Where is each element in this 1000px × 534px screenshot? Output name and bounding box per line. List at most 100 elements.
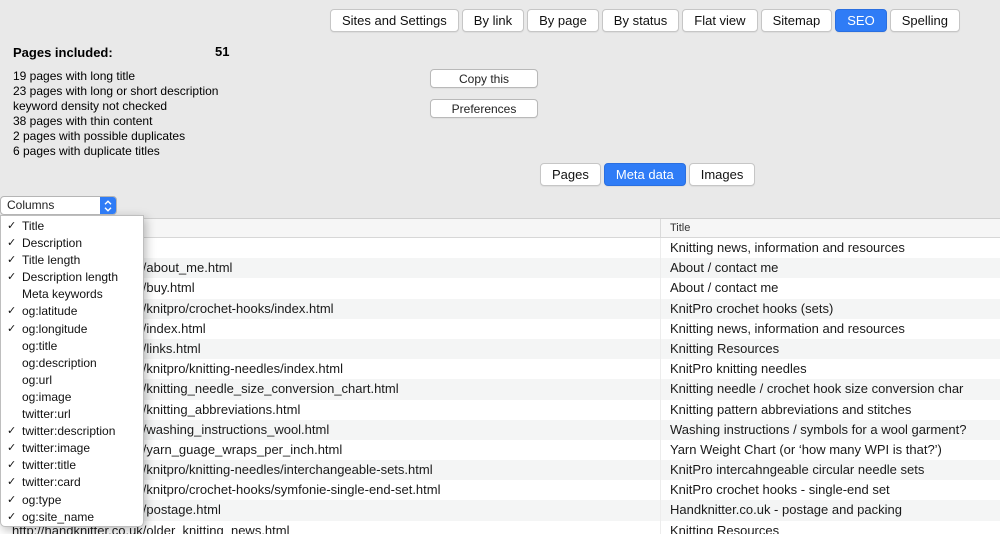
top-tab-seo[interactable]: SEO xyxy=(835,9,886,32)
menu-item-label: Meta keywords xyxy=(22,287,103,301)
title-column-header[interactable]: Title xyxy=(660,219,1000,237)
table-body: http://handknitter.co.uk Knitting news, … xyxy=(0,238,1000,534)
table-row[interactable]: http://handknitter.co.uk/knitpro/knittin… xyxy=(0,460,1000,480)
top-tab-by-link[interactable]: By link xyxy=(462,9,524,32)
table-row[interactable]: http://handknitter.co.uk/links.html Knit… xyxy=(0,339,1000,359)
preferences-button[interactable]: Preferences xyxy=(430,99,538,118)
menu-item-description-length[interactable]: ✓ Description length xyxy=(1,269,143,286)
menu-item-label: twitter:url xyxy=(22,407,71,421)
menu-item-twitter-image[interactable]: ✓ twitter:image xyxy=(1,440,143,457)
menu-item-label: twitter:description xyxy=(22,424,115,438)
summary-panel: Pages included: 51 19 pages with long ti… xyxy=(13,44,423,159)
menu-item-label: og:description xyxy=(22,356,97,370)
summary-line: keyword density not checked xyxy=(13,99,423,114)
table-row[interactable]: http://handknitter.co.uk/about_me.html A… xyxy=(0,258,1000,278)
menu-item-og-url[interactable]: og:url xyxy=(1,372,143,389)
row-title: Knitting news, information and resources xyxy=(660,319,1000,339)
top-tab-flat-view[interactable]: Flat view xyxy=(682,9,757,32)
table-header-row: Title xyxy=(0,218,1000,238)
menu-item-og-longitude[interactable]: ✓ og:longitude xyxy=(1,321,143,338)
top-tab-by-status[interactable]: By status xyxy=(602,9,679,32)
view-tab-images[interactable]: Images xyxy=(689,163,756,186)
checkmark-icon: ✓ xyxy=(7,235,19,252)
row-title: Knitting needle / crochet hook size conv… xyxy=(660,379,1000,399)
menu-item-og-latitude[interactable]: ✓ og:latitude xyxy=(1,303,143,320)
row-title: Washing instructions / symbols for a woo… xyxy=(660,420,1000,440)
menu-item-label: twitter:image xyxy=(22,441,90,455)
view-tab-bar: PagesMeta dataImages xyxy=(540,163,755,186)
row-title: Knitting Resources xyxy=(660,521,1000,534)
menu-item-label: Description xyxy=(22,236,82,250)
columns-popup-label: Columns xyxy=(1,197,100,214)
table-row[interactable]: http://handknitter.co.uk Knitting news, … xyxy=(0,238,1000,258)
top-tab-sitemap[interactable]: Sitemap xyxy=(761,9,833,32)
view-tab-pages[interactable]: Pages xyxy=(540,163,601,186)
menu-item-og-type[interactable]: ✓ og:type xyxy=(1,492,143,509)
menu-item-og-title[interactable]: og:title xyxy=(1,338,143,355)
view-tab-meta-data[interactable]: Meta data xyxy=(604,163,686,186)
table-row[interactable]: http://handknitter.co.uk/older_knitting_… xyxy=(0,521,1000,534)
table-row[interactable]: http://handknitter.co.uk/buy.html About … xyxy=(0,278,1000,298)
menu-item-meta-keywords[interactable]: Meta keywords xyxy=(1,286,143,303)
table-row[interactable]: http://handknitter.co.uk/knitting_needle… xyxy=(0,379,1000,399)
row-title: Handknitter.co.uk - postage and packing xyxy=(660,500,1000,520)
row-title: KnitPro crochet hooks (sets) xyxy=(660,299,1000,319)
menu-item-og-image[interactable]: og:image xyxy=(1,389,143,406)
top-tab-sites-and-settings[interactable]: Sites and Settings xyxy=(330,9,459,32)
table-row[interactable]: http://handknitter.co.uk/index.html Knit… xyxy=(0,319,1000,339)
menu-item-label: og:type xyxy=(22,493,61,507)
summary-line: 19 pages with long title xyxy=(13,69,423,84)
menu-item-og-description[interactable]: og:description xyxy=(1,355,143,372)
menu-item-label: og:image xyxy=(22,390,71,404)
menu-item-label: og:title xyxy=(22,339,57,353)
table-row[interactable]: http://handknitter.co.uk/yarn_guage_wrap… xyxy=(0,440,1000,460)
menu-item-label: twitter:title xyxy=(22,458,76,472)
row-title: Knitting Resources xyxy=(660,339,1000,359)
checkmark-icon: ✓ xyxy=(7,423,19,440)
summary-line: 23 pages with long or short description xyxy=(13,84,423,99)
checkmark-icon: ✓ xyxy=(7,303,19,320)
menu-item-description[interactable]: ✓ Description xyxy=(1,235,143,252)
menu-item-label: twitter:card xyxy=(22,475,81,489)
menu-item-twitter-title[interactable]: ✓ twitter:title xyxy=(1,457,143,474)
table-row[interactable]: http://handknitter.co.uk/knitting_abbrev… xyxy=(0,400,1000,420)
seo-audit-window: Sites and SettingsBy linkBy pageBy statu… xyxy=(0,0,1000,534)
columns-menu: ✓ Title ✓ Description ✓ Title length ✓ D… xyxy=(0,215,144,527)
menu-item-label: Title xyxy=(22,219,44,233)
copy-this-button[interactable]: Copy this xyxy=(430,69,538,88)
checkmark-icon: ✓ xyxy=(7,492,19,509)
checkmark-icon: ✓ xyxy=(7,252,19,269)
table-row[interactable]: http://handknitter.co.uk/knitpro/knittin… xyxy=(0,359,1000,379)
checkmark-icon: ✓ xyxy=(7,474,19,491)
menu-item-twitter-description[interactable]: ✓ twitter:description xyxy=(1,423,143,440)
checkmark-icon: ✓ xyxy=(7,457,19,474)
summary-lines: 19 pages with long title23 pages with lo… xyxy=(13,69,423,159)
menu-item-twitter-url[interactable]: twitter:url xyxy=(1,406,143,423)
menu-item-title[interactable]: ✓ Title xyxy=(1,218,143,235)
action-button-group: Copy this Preferences xyxy=(430,69,538,118)
table-row[interactable]: http://handknitter.co.uk/knitpro/crochet… xyxy=(0,299,1000,319)
row-title: KnitPro intercahngeable circular needle … xyxy=(660,460,1000,480)
row-title: Knitting news, information and resources xyxy=(660,238,1000,258)
checkmark-icon: ✓ xyxy=(7,218,19,235)
table-row[interactable]: http://handknitter.co.uk/postage.html Ha… xyxy=(0,500,1000,520)
menu-item-og-site-name[interactable]: ✓ og:site_name xyxy=(1,509,143,526)
summary-line: 38 pages with thin content xyxy=(13,114,423,129)
columns-popup-button[interactable]: Columns xyxy=(0,196,117,215)
table-row[interactable]: http://handknitter.co.uk/washing_instruc… xyxy=(0,420,1000,440)
menu-item-label: og:url xyxy=(22,373,52,387)
top-tab-bar: Sites and SettingsBy linkBy pageBy statu… xyxy=(330,9,960,32)
checkmark-icon: ✓ xyxy=(7,321,19,338)
row-title: About / contact me xyxy=(660,258,1000,278)
top-tab-by-page[interactable]: By page xyxy=(527,9,599,32)
menu-item-twitter-card[interactable]: ✓ twitter:card xyxy=(1,474,143,491)
checkmark-icon: ✓ xyxy=(7,440,19,457)
summary-line: 6 pages with duplicate titles xyxy=(13,144,423,159)
top-tab-spelling[interactable]: Spelling xyxy=(890,9,960,32)
table-row[interactable]: http://handknitter.co.uk/knitpro/crochet… xyxy=(0,480,1000,500)
popup-updown-arrows-icon xyxy=(100,197,116,214)
row-title: Yarn Weight Chart (or ‘how many WPI is t… xyxy=(660,440,1000,460)
checkmark-icon: ✓ xyxy=(7,269,19,286)
menu-item-title-length[interactable]: ✓ Title length xyxy=(1,252,143,269)
row-title: KnitPro crochet hooks - single-end set xyxy=(660,480,1000,500)
